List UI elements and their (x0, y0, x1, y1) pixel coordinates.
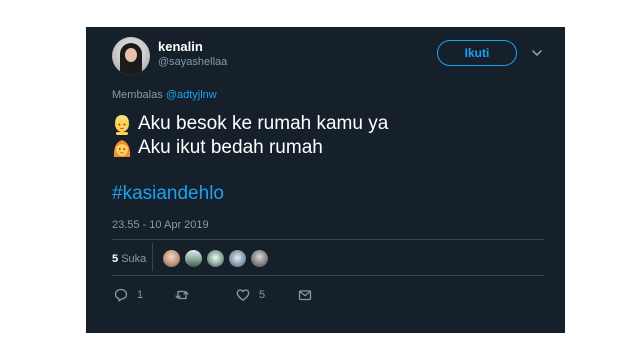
author-avatar[interactable] (112, 37, 150, 75)
tweet-card: kenalin @sayashellaa Ikuti Membalas @adt… (86, 27, 565, 333)
follow-button[interactable]: Ikuti (437, 40, 517, 66)
liker-avatar[interactable] (250, 249, 269, 268)
tweet-timestamp[interactable]: 23.55 - 10 Apr 2019 (112, 219, 209, 231)
tweet-line-text: Aku besok ke rumah kamu ya (138, 113, 389, 134)
likes-count: 5 (112, 253, 119, 265)
reply-icon (114, 288, 128, 302)
liker-avatar[interactable] (228, 249, 247, 268)
liker-avatar[interactable] (184, 249, 203, 268)
likers-avatar-list (162, 249, 269, 269)
reply-mention-link[interactable]: @adtyjlnw (166, 89, 217, 101)
hashtag-link[interactable]: #kasiandehlo (112, 183, 224, 205)
direct-message-button[interactable] (298, 288, 312, 302)
divider (112, 275, 544, 276)
tweet-line-text: Aku ikut bedah rumah (138, 137, 323, 158)
woman-emoji (113, 140, 131, 157)
author-name[interactable]: kenalin (158, 39, 203, 54)
reply-count: 1 (137, 289, 144, 301)
likes-count-link[interactable]: 5 Suka (112, 253, 146, 265)
tweet-text-line: Aku ikut bedah rumah (112, 136, 323, 160)
chevron-down-icon[interactable] (530, 46, 544, 60)
divider (112, 239, 544, 240)
retweet-icon (175, 290, 189, 300)
divider (152, 243, 153, 271)
heart-icon (236, 289, 250, 301)
man-blond-emoji (115, 115, 129, 135)
reply-button[interactable]: 1 (114, 288, 143, 302)
tweet-text-line: Aku besok ke rumah kamu ya (112, 112, 388, 136)
reply-context: Membalas @adtyjlnw (112, 89, 217, 101)
retweet-button[interactable] (175, 288, 198, 302)
liker-avatar[interactable] (206, 249, 225, 268)
author-handle[interactable]: @sayashellaa (158, 56, 227, 68)
mail-icon (298, 290, 312, 301)
reply-prefix: Membalas (112, 89, 163, 101)
like-button[interactable]: 5 (236, 288, 265, 302)
likes-label: Suka (121, 253, 147, 265)
like-count: 5 (259, 289, 266, 301)
liker-avatar[interactable] (162, 249, 181, 268)
